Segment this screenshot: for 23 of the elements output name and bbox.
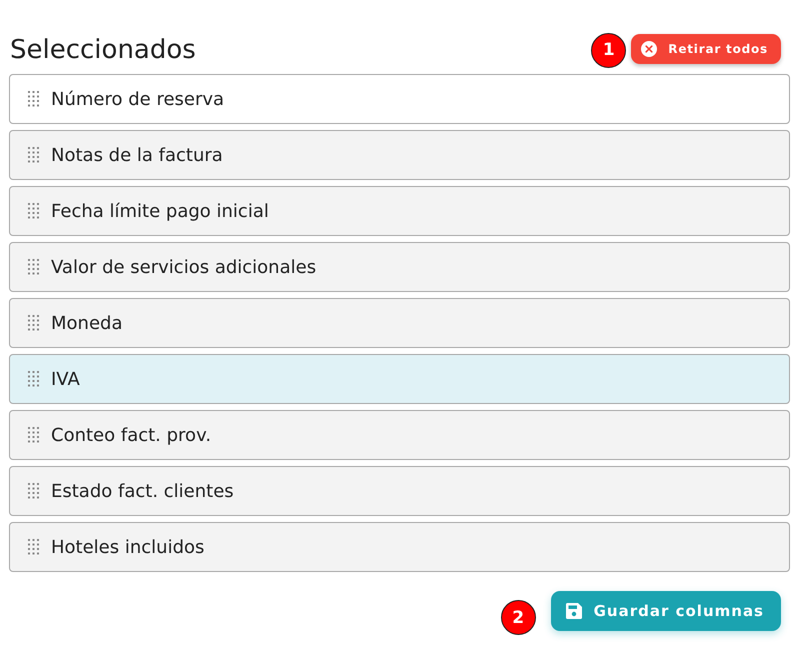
column-list-item[interactable]: Conteo fact. prov. xyxy=(9,410,790,460)
column-list-item[interactable]: Fecha límite pago inicial xyxy=(9,186,790,236)
column-list-item[interactable]: Estado fact. clientes xyxy=(9,466,790,516)
drag-handle-icon xyxy=(28,427,39,443)
section-title: Seleccionados xyxy=(9,35,196,65)
step-number-badge: 2 xyxy=(500,600,536,635)
remove-all-button[interactable]: Retirar todos xyxy=(631,34,781,64)
column-list-item[interactable]: Hoteles incluidos xyxy=(9,522,790,572)
drag-handle-icon xyxy=(28,315,39,331)
column-list-item[interactable]: Valor de servicios adicionales xyxy=(9,242,790,292)
drag-handle-icon xyxy=(28,371,39,387)
drag-handle-icon xyxy=(28,203,39,219)
column-list-item[interactable]: Moneda xyxy=(9,298,790,348)
step-number-badge: 1 xyxy=(591,32,626,68)
drag-handle-icon xyxy=(28,539,39,555)
drag-handle-icon xyxy=(28,259,39,275)
column-list-item[interactable]: Notas de la factura xyxy=(9,130,790,180)
column-list-item[interactable]: IVA xyxy=(9,354,790,404)
close-circle-icon xyxy=(641,41,658,57)
column-list-item[interactable]: Número de reserva xyxy=(9,74,790,124)
drag-handle-icon xyxy=(28,91,39,107)
drag-handle-icon xyxy=(28,147,39,163)
drag-handle-icon xyxy=(28,483,39,499)
